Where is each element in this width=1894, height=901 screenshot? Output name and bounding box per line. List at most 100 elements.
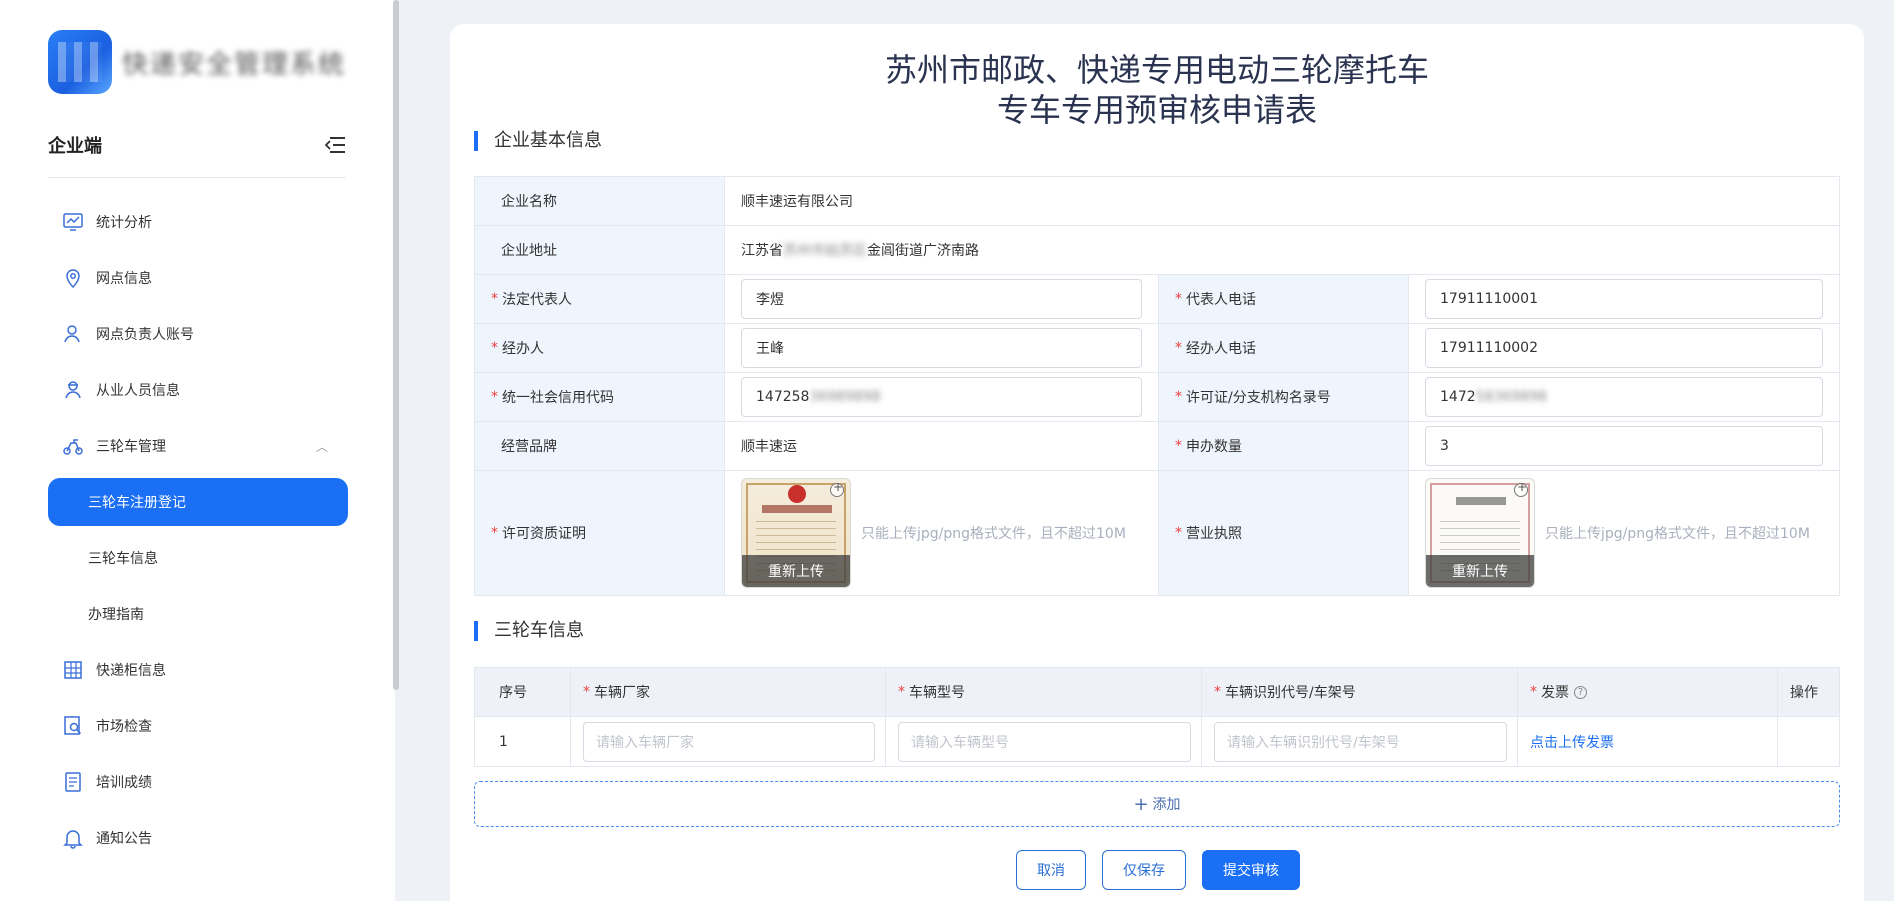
tricycle-icon — [62, 435, 84, 457]
staff-icon — [62, 379, 84, 401]
form-title-line2: 专车专用预审核申请表 — [996, 91, 1317, 129]
add-row-button[interactable]: + 添加 — [474, 781, 1840, 827]
sidebar-item-label: 快递柜信息 — [96, 663, 166, 679]
required-mark: * — [1175, 340, 1182, 356]
help-icon[interactable]: ? — [1574, 685, 1587, 699]
license-no-input[interactable]: 1472 58369898 — [1425, 377, 1823, 417]
col-model-header: * 车辆型号 — [886, 668, 1202, 716]
sidebar-subitem-tricycle-info[interactable]: 三轮车信息 — [48, 530, 348, 586]
upload-invoice-link[interactable]: 点击上传发票 — [1530, 732, 1614, 752]
cancel-button[interactable]: 取消 — [1016, 850, 1086, 890]
save-button[interactable]: 仅保存 — [1102, 850, 1186, 890]
bell-icon — [62, 827, 84, 849]
sidebar-item-label: 从业人员信息 — [96, 383, 180, 399]
required-mark: * — [1175, 525, 1182, 541]
zoom-in-icon[interactable] — [830, 480, 844, 497]
col-action-header: 操作 — [1790, 685, 1818, 701]
sidebar-item-staff[interactable]: 从业人员信息 — [48, 362, 348, 418]
maker-input[interactable]: 请输入车辆厂家 — [583, 721, 875, 762]
license-label: * 营业执照 — [1159, 471, 1409, 595]
submit-button[interactable]: 提交审核 — [1202, 850, 1300, 890]
rep-phone-input[interactable]: 17911110001 — [1425, 279, 1823, 319]
required-mark: * — [1175, 438, 1182, 454]
required-mark: * — [1175, 389, 1182, 405]
logo-icon — [48, 30, 112, 94]
agent-phone-input[interactable]: 17911110002 — [1425, 328, 1823, 368]
credit-code-input[interactable]: 147258 36989898 — [741, 377, 1142, 417]
sidebar-item-cabinet[interactable]: 快递柜信息 — [48, 642, 348, 698]
user-icon — [62, 323, 84, 345]
sidebar-subitem-guide[interactable]: 办理指南 — [48, 586, 348, 642]
cabinet-icon — [62, 659, 84, 681]
address-suffix: 金阊街道广济南路 — [867, 243, 979, 259]
permit-reupload-button[interactable]: 重新上传 — [742, 555, 850, 587]
rep-phone-label: * 代表人电话 — [1159, 275, 1409, 323]
row-address: 企业地址 江苏省 苏州市姑苏区 金阊街道广济南路 — [475, 226, 1839, 275]
app-name: 快递安全管理系统 — [122, 49, 347, 80]
sidebar-item-notice[interactable]: 通知公告 — [48, 810, 348, 866]
row-company-name: 企业名称 顺丰速运有限公司 — [475, 177, 1839, 226]
legal-rep-label: * 法定代表人 — [475, 275, 725, 323]
company-name-value: 顺丰速运有限公司 — [741, 194, 853, 210]
agent-phone-cell: 17911110002 — [1409, 324, 1839, 372]
row-legal-rep: * 法定代表人 李煜 * 代表人电话 17911110001 — [475, 275, 1839, 324]
credit-code-cell: 147258 36989898 — [725, 373, 1159, 421]
permit-thumbnail[interactable]: 重新上传 — [741, 478, 851, 588]
add-row-label: 添加 — [1152, 797, 1181, 813]
chevron-up-icon: ︿ — [315, 440, 328, 454]
brand-label: 经营品牌 — [475, 422, 725, 470]
agent-label: * 经办人 — [475, 324, 725, 372]
table-row: 1 请输入车辆厂家 请输入车辆型号 请输入车辆识别代号/车架号 点击上传发票 — [475, 717, 1839, 766]
sidebar-item-tricycle[interactable]: 三轮车管理 ︿ — [48, 418, 348, 474]
quantity-input[interactable]: 3 — [1425, 426, 1823, 466]
section-title-tricycle: 三轮车信息 — [474, 620, 584, 642]
sidebar-menu: 统计分析 网点信息 网点负责人账号 从业人员信息 三轮车管理 ︿ 三轮车注册登记… — [48, 194, 348, 866]
form-title-line1: 苏州市邮政、快递专用电动三轮摩托车 — [884, 51, 1429, 89]
invoice-cell: 点击上传发票 — [1518, 717, 1778, 766]
license-upload-cell: 重新上传 只能上传jpg/png格式文件，且不超过10M — [1409, 471, 1839, 595]
sidebar-item-label: 统计分析 — [96, 215, 152, 231]
sidebar-item-label: 网点负责人账号 — [96, 327, 194, 343]
form-card: 苏州市邮政、快递专用电动三轮摩托车 专车专用预审核申请表 企业基本信息 企业名称… — [450, 24, 1864, 901]
model-input[interactable]: 请输入车辆型号 — [898, 721, 1191, 762]
required-mark: * — [491, 291, 498, 307]
sidebar-item-statistics[interactable]: 统计分析 — [48, 194, 348, 250]
company-name-label: 企业名称 — [475, 177, 725, 225]
sidebar-item-inspection[interactable]: 市场检查 — [48, 698, 348, 754]
required-mark: * — [491, 389, 498, 405]
form-actions: 取消 仅保存 提交审核 — [1016, 850, 1300, 890]
vin-cell: 请输入车辆识别代号/车架号 — [1202, 717, 1518, 766]
sidebar-item-label: 培训成绩 — [96, 775, 152, 791]
zoom-in-icon[interactable] — [1514, 480, 1528, 497]
emblem-icon — [788, 485, 806, 503]
address-label: 企业地址 — [475, 226, 725, 274]
sidebar-subitem-registration[interactable]: 三轮车注册登记 — [48, 478, 348, 526]
license-upload-tip: 只能上传jpg/png格式文件，且不超过10M — [1545, 526, 1810, 542]
legal-rep-input[interactable]: 李煜 — [741, 279, 1142, 319]
license-reupload-button[interactable]: 重新上传 — [1426, 555, 1534, 587]
credit-code-label: * 统一社会信用代码 — [475, 373, 725, 421]
collapse-menu-icon[interactable] — [324, 136, 346, 154]
sidebar-item-outlets[interactable]: 网点信息 — [48, 250, 348, 306]
logo: 快递安全管理系统 — [48, 30, 346, 94]
vin-input[interactable]: 请输入车辆识别代号/车架号 — [1214, 721, 1507, 762]
tricycle-table: 序号 * 车辆厂家 * 车辆型号 * 车辆识别代号/车架号 * 发票? 操作 1 请输入… — [474, 667, 1840, 767]
agent-input[interactable]: 王峰 — [741, 328, 1142, 368]
section-title-company: 企业基本信息 — [474, 130, 602, 152]
required-mark: * — [491, 340, 498, 356]
row-credit-code: * 统一社会信用代码 147258 36989898 * 许可证/分支机构名录号 14… — [475, 373, 1839, 422]
sidebar-item-outlet-manager[interactable]: 网点负责人账号 — [48, 306, 348, 362]
row-uploads: *许可资质证明 重新上传 只能上传jpg/png格式文件，且不超过10M *营业… — [475, 471, 1839, 595]
license-thumbnail[interactable]: 重新上传 — [1425, 478, 1535, 588]
sidebar-scrollbar[interactable] — [393, 0, 399, 690]
license-no-label: * 许可证/分支机构名录号 — [1159, 373, 1409, 421]
quantity-cell: 3 — [1409, 422, 1839, 470]
sidebar-item-training[interactable]: 培训成绩 — [48, 754, 348, 810]
address-prefix: 江苏省 — [741, 243, 783, 259]
row-brand: 经营品牌 顺丰速运 * 申办数量 3 — [475, 422, 1839, 471]
col-maker-header: * 车辆厂家 — [571, 668, 886, 716]
form-title: 苏州市邮政、快递专用电动三轮摩托车 专车专用预审核申请表 — [450, 50, 1864, 130]
company-info-table: 企业名称 顺丰速运有限公司 企业地址 江苏省 苏州市姑苏区 金阊街道广济南路 *… — [474, 176, 1840, 596]
col-index-header: 序号 — [475, 668, 571, 716]
permit-upload-tip: 只能上传jpg/png格式文件，且不超过10M — [861, 526, 1126, 542]
